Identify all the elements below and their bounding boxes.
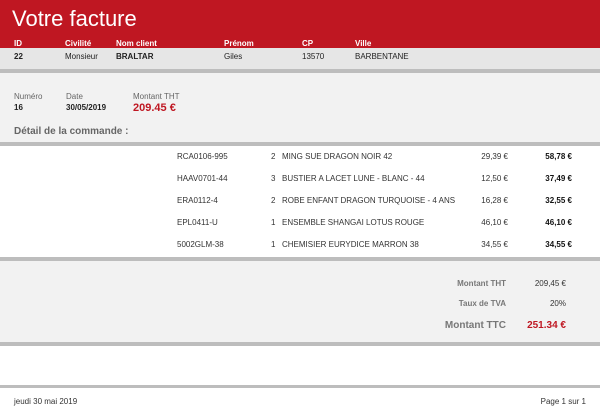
line-total: 46,10 € bbox=[545, 218, 572, 227]
header-label-civilite: Civilité bbox=[65, 39, 92, 48]
tva-value: 20% bbox=[549, 299, 566, 308]
montant-label: Montant THT bbox=[133, 92, 180, 101]
table-row: RCA0106-995 2 MING SUE DRAGON NOIR 42 29… bbox=[0, 152, 600, 174]
date-label: Date bbox=[66, 92, 83, 101]
detail-title: Détail de la commande : bbox=[14, 126, 129, 137]
line-qty: 1 bbox=[271, 240, 276, 249]
montant-tht-label: Montant THT bbox=[457, 279, 506, 288]
date-value: 30/05/2019 bbox=[66, 103, 107, 112]
footer-page: Page 1 sur 1 bbox=[540, 397, 586, 406]
client-id: 22 bbox=[14, 52, 23, 61]
line-ref: RCA0106-995 bbox=[177, 152, 228, 161]
client-ville: BARBENTANE bbox=[355, 52, 409, 61]
line-ref: HAAV0701-44 bbox=[177, 174, 228, 183]
numero-label: Numéro bbox=[14, 92, 43, 101]
line-total: 37,49 € bbox=[545, 174, 572, 183]
line-designation: MING SUE DRAGON NOIR 42 bbox=[282, 152, 393, 161]
table-row: EPL0411-U 1 ENSEMBLE SHANGAI LOTUS ROUGE… bbox=[0, 218, 600, 240]
line-ref: EPL0411-U bbox=[177, 218, 218, 227]
divider bbox=[0, 142, 600, 146]
client-prenom: Giles bbox=[224, 52, 243, 61]
line-total: 34,55 € bbox=[545, 240, 572, 249]
line-designation: ROBE ENFANT DRAGON TURQUOISE - 4 ANS bbox=[282, 196, 456, 205]
line-qty: 1 bbox=[271, 218, 276, 227]
header-label-prenom: Prénom bbox=[224, 39, 254, 48]
header-label-nom: Nom client bbox=[116, 39, 157, 48]
header-label-id: ID bbox=[14, 39, 22, 48]
line-ref: ERA0112-4 bbox=[177, 196, 218, 205]
footer-date: jeudi 30 mai 2019 bbox=[14, 397, 78, 406]
line-qty: 3 bbox=[271, 174, 276, 183]
line-qty: 2 bbox=[271, 152, 276, 161]
line-designation: CHEMISIER EURYDICE MARRON 38 bbox=[282, 240, 419, 249]
footer-divider bbox=[0, 385, 600, 388]
divider bbox=[0, 342, 600, 346]
montant-ttc-label: Montant TTC bbox=[444, 320, 506, 331]
line-total: 58,78 € bbox=[545, 152, 572, 161]
line-designation: ENSEMBLE SHANGAI LOTUS ROUGE bbox=[282, 218, 425, 227]
line-ref: 5002GLM-38 bbox=[177, 240, 224, 249]
line-total: 32,55 € bbox=[545, 196, 572, 205]
table-row: ERA0112-4 2 ROBE ENFANT DRAGON TURQUOISE… bbox=[0, 196, 600, 218]
numero-value: 16 bbox=[14, 103, 23, 112]
client-civilite: Monsieur bbox=[65, 52, 98, 61]
montant-tht-value: 209,45 € bbox=[534, 279, 566, 288]
line-designation: BUSTIER A LACET LUNE - BLANC - 44 bbox=[282, 174, 425, 183]
header-label-ville: Ville bbox=[355, 39, 372, 48]
tva-label: Taux de TVA bbox=[458, 299, 506, 308]
montant-ttc-value: 251.34 € bbox=[527, 320, 566, 331]
client-nom: BRALTAR bbox=[116, 52, 154, 61]
client-cp: 13570 bbox=[302, 52, 325, 61]
page-title: Votre facture bbox=[12, 6, 137, 31]
header-label-cp: CP bbox=[302, 39, 314, 48]
line-qty: 2 bbox=[271, 196, 276, 205]
table-row: HAAV0701-44 3 BUSTIER A LACET LUNE - BLA… bbox=[0, 174, 600, 196]
montant-value: 209.45 € bbox=[133, 102, 176, 114]
